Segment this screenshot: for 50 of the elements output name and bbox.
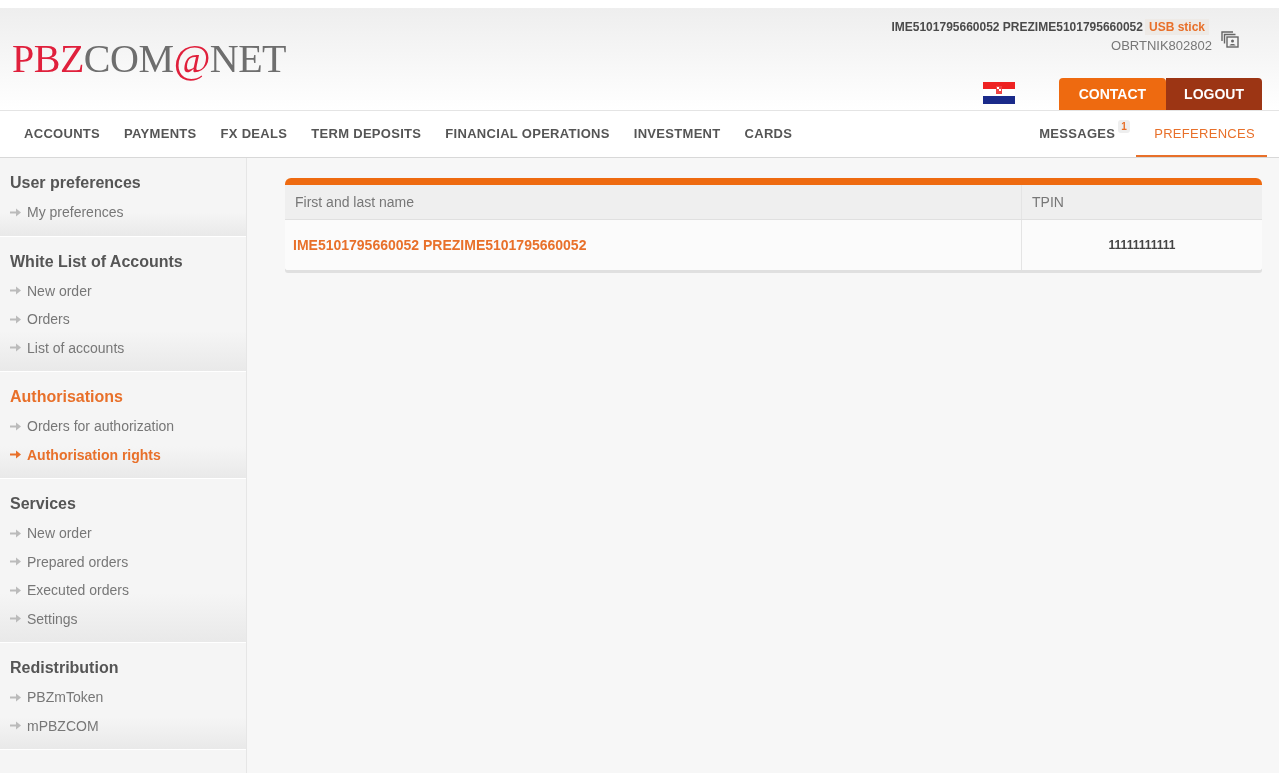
arrow-icon [10,343,21,353]
flag-icon[interactable] [983,82,1015,104]
nav-tab[interactable]: CARDS [732,111,805,157]
sidebar-item[interactable]: PBZmToken [10,683,236,712]
sidebar-item[interactable]: New order [10,276,236,305]
sidebar-item[interactable]: Orders [10,305,236,334]
nav-tab[interactable]: TERM DEPOSITS [299,111,434,157]
table-cell: 11111111111 [1021,219,1262,270]
column-header: First and last name [285,185,1022,220]
nav-tab[interactable]: FX DEALS [208,111,300,157]
arrow-icon [10,286,21,296]
arrow-icon [10,692,21,702]
arrow-icon [10,207,21,217]
nav-tab[interactable]: INVESTMENT [621,111,733,157]
arrow-icon [10,528,21,538]
sidebar-item[interactable]: mPBZCOM [10,711,236,740]
sidebar-heading[interactable]: Services [10,495,236,513]
sidebar-item[interactable]: Prepared orders [10,547,236,576]
auth-method-tag: USB stick [1144,19,1209,35]
nav-tab[interactable]: MESSAGES $^{1}$ [1027,111,1137,157]
logo[interactable]: PBZCOM@NET [12,36,287,82]
sidebar-heading[interactable]: User preferences [10,174,236,192]
arrow-icon [10,557,21,567]
sidebar-item[interactable]: List of accounts [10,333,236,362]
arrow-icon [10,585,21,595]
nav-tab[interactable]: FINANCIAL OPERATIONS [433,111,622,157]
sidebar-item[interactable]: My preferences [10,198,236,227]
sidebar-item[interactable]: Authorisation rights [10,440,236,469]
column-header: TPIN [1021,185,1262,220]
windows-icon[interactable] [1221,31,1239,49]
arrow-icon [10,721,21,731]
sidebar-item[interactable]: Orders for authorization [10,412,236,441]
sidebar-item[interactable]: Settings [10,604,236,633]
message-count-badge: 1 [1118,119,1131,133]
sidebar-item[interactable]: Executed orders [10,576,236,605]
sidebar-item[interactable]: New order [10,519,236,548]
arrow-icon [10,314,21,324]
arrow-icon [10,614,21,624]
nav-tab[interactable]: PAYMENTS [112,111,209,157]
logout-button[interactable]: LOGOUT [1166,78,1262,110]
sidebar-heading[interactable]: Authorisations [10,388,236,406]
contact-button[interactable]: CONTACT [1058,78,1167,110]
company-name: OBRTNIK802802 [1110,38,1212,53]
sidebar-heading[interactable]: White List of Accounts [10,252,236,271]
user-name: IME5101795660052 PREZIME5101795660052 [891,20,1143,34]
table-cell[interactable]: IME5101795660052 PREZIME5101795660052 [285,219,1022,270]
arrow-icon [10,421,21,431]
nav-tab[interactable]: ACCOUNTS [12,111,113,157]
arrow-icon [10,450,21,460]
sidebar-heading[interactable]: Redistribution [10,659,236,677]
